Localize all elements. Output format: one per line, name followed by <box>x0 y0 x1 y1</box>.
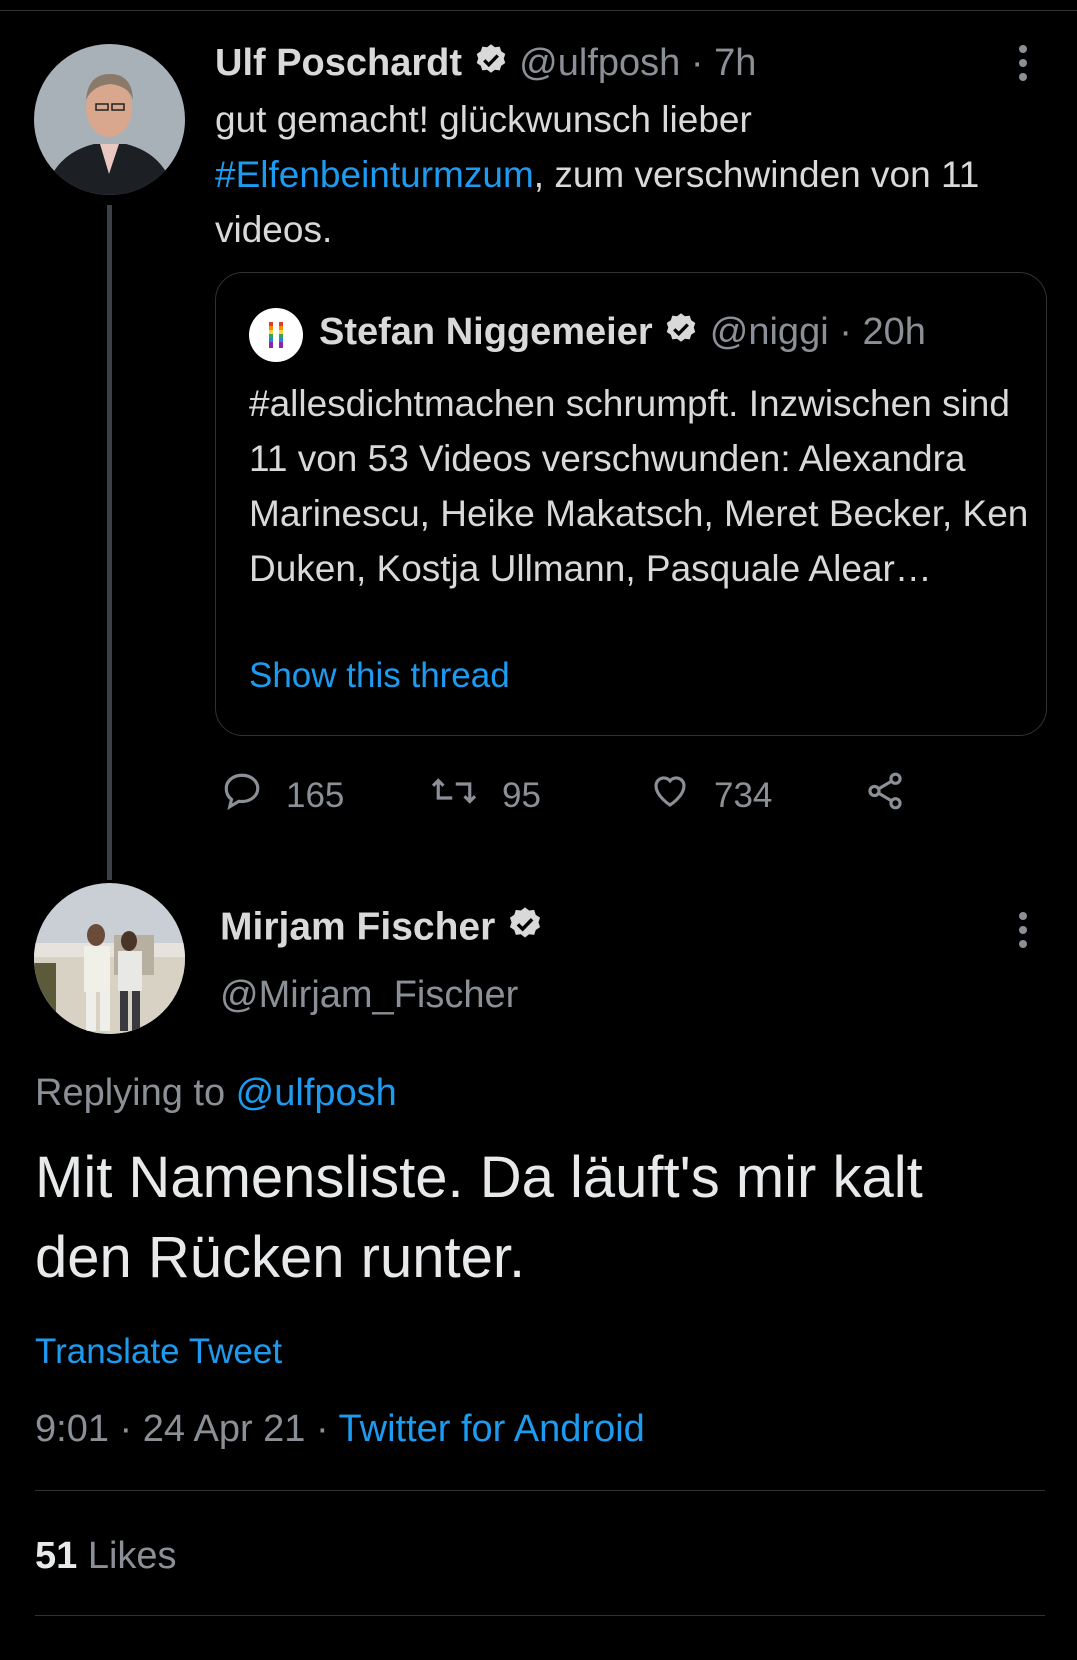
tweet-metadata: 9:01 · 24 Apr 21 · Twitter for Android <box>35 1408 645 1451</box>
tweet-source-link[interactable]: Twitter for Android <box>339 1408 645 1450</box>
share-button[interactable] <box>863 770 907 821</box>
thread-connector-line <box>107 205 112 880</box>
translate-tweet-link[interactable]: Translate Tweet <box>35 1332 282 1372</box>
reply-icon <box>220 770 264 821</box>
likes-count: 51 <box>35 1535 78 1577</box>
reply-author-handle[interactable]: @Mirjam_Fischer <box>220 974 518 1017</box>
verified-icon <box>663 311 699 357</box>
like-button[interactable]: 734 <box>648 770 772 821</box>
like-icon <box>648 770 692 821</box>
meta-separator: · <box>316 1408 329 1450</box>
tweet-time[interactable]: 7h <box>714 42 756 84</box>
tweet-date: 24 Apr 21 <box>142 1408 306 1450</box>
meta-separator: · <box>119 1408 133 1450</box>
more-icon[interactable] <box>1019 45 1027 87</box>
time-separator: · <box>839 311 852 354</box>
author-name[interactable]: Ulf Poschardt <box>215 42 462 84</box>
divider <box>35 1615 1045 1616</box>
reply-tweet-text: Mit Namensliste. Da läuft's mir kalt den… <box>35 1145 923 1290</box>
top-divider <box>0 10 1077 11</box>
replying-to-handle[interactable]: @ulfposh <box>236 1072 397 1114</box>
quoted-tweet-text: #allesdichtmachen schrumpft. Inzwischen … <box>249 383 1029 589</box>
reply-count: 165 <box>286 775 345 815</box>
rainbow-flag-icon <box>249 308 303 362</box>
author-handle[interactable]: @ulfposh <box>519 42 680 84</box>
show-thread-link[interactable]: Show this thread <box>249 656 510 696</box>
reply-button[interactable]: 165 <box>220 770 344 821</box>
more-icon[interactable] <box>1019 912 1027 954</box>
retweet-icon <box>428 770 480 821</box>
likes-summary[interactable]: 51 Likes <box>35 1535 177 1578</box>
tweet-time: 9:01 <box>35 1408 109 1450</box>
like-count: 734 <box>714 775 773 815</box>
time-separator: · <box>690 42 704 85</box>
reply-author-name[interactable]: Mirjam Fischer <box>220 905 495 948</box>
hashtag-link[interactable]: #Elfenbeinturmzum <box>215 154 534 195</box>
quoted-author-handle: @niggi <box>709 311 829 354</box>
tweet-actions: 165 95 734 <box>215 770 935 820</box>
quoted-tweet-time: 20h <box>862 311 926 354</box>
quoted-author-name: Stefan Niggemeier <box>319 311 653 354</box>
avatar-ulf-poschardt[interactable] <box>34 44 185 195</box>
tweet-text: gut gemacht! glückwunsch lieber #Elfenbe… <box>215 92 1035 257</box>
tweet-text-start: gut gemacht! glückwunsch lieber <box>215 99 752 140</box>
retweet-count: 95 <box>502 775 541 815</box>
quoted-tweet-header: Stefan Niggemeier @niggi · 20h <box>319 311 926 357</box>
divider <box>35 1490 1045 1491</box>
reply-author-name-row: Mirjam Fischer <box>220 905 544 953</box>
quoted-tweet[interactable]: Stefan Niggemeier @niggi · 20h #allesdic… <box>215 272 1047 736</box>
share-icon <box>863 770 907 821</box>
likes-label: Likes <box>77 1535 177 1577</box>
retweet-button[interactable]: 95 <box>428 770 541 821</box>
tweet-header: Ulf Poschardt @ulfposh · 7h <box>215 42 756 88</box>
avatar-mirjam-fischer[interactable] <box>34 883 185 1034</box>
verified-icon <box>506 905 544 953</box>
verified-icon <box>473 42 509 88</box>
replying-to-prefix: Replying to <box>35 1072 236 1114</box>
replying-to: Replying to @ulfposh <box>35 1072 397 1115</box>
